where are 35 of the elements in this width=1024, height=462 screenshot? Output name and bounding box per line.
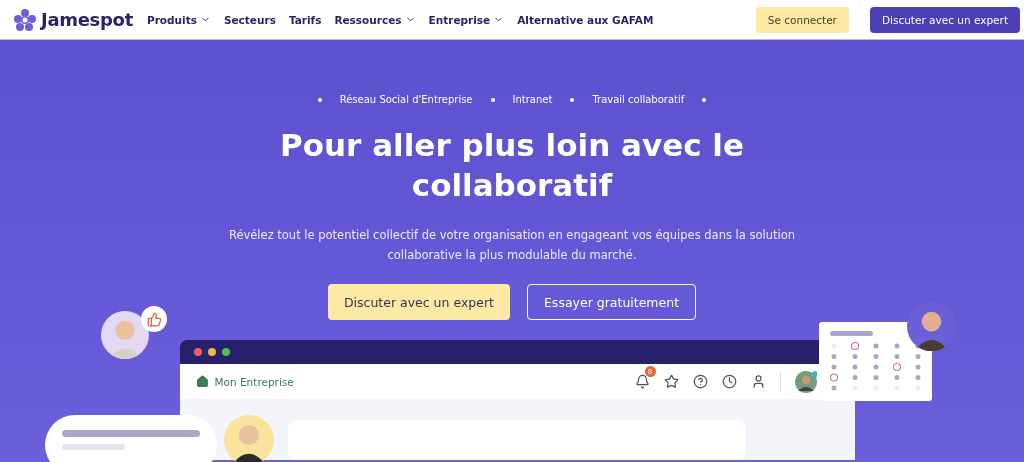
expert-button[interactable]: Discuter avec un expert bbox=[327, 284, 510, 320]
trial-button[interactable]: Essayer gratuitement bbox=[526, 284, 697, 320]
bullet-icon bbox=[317, 97, 322, 102]
workspace-label[interactable]: Mon Entreprise bbox=[195, 375, 635, 389]
avatar-icon bbox=[101, 311, 149, 359]
bell-icon[interactable] bbox=[634, 374, 650, 390]
bullet-icon bbox=[570, 97, 575, 102]
help-icon[interactable] bbox=[692, 374, 708, 390]
minimize-dot-icon bbox=[207, 348, 216, 357]
tag-label: Travail collaboratif bbox=[592, 94, 685, 105]
nav-link[interactable]: Produits bbox=[147, 13, 211, 26]
tag-label: Intranet bbox=[512, 94, 553, 105]
user-icon[interactable] bbox=[750, 374, 766, 390]
nav-link[interactable]: Alternative aux GAFAM bbox=[517, 13, 654, 26]
bullet-icon bbox=[490, 97, 495, 102]
nav-link[interactable]: Entreprise bbox=[428, 13, 505, 26]
tag-label: Réseau Social d'Entreprise bbox=[339, 94, 473, 105]
nav-link[interactable]: Secteurs bbox=[223, 13, 276, 26]
star-icon[interactable] bbox=[663, 374, 679, 390]
avatar-icon bbox=[907, 302, 956, 351]
login-button[interactable]: Se connecter bbox=[755, 6, 849, 33]
expert-button[interactable]: Discuter avec un expert bbox=[869, 6, 1020, 33]
nav-link[interactable]: Tarifs bbox=[288, 13, 322, 26]
hero-title: Pour aller plus loin avec le collaboratif bbox=[279, 126, 745, 205]
thumbs-up-icon bbox=[146, 311, 162, 327]
brand-name: Jamespot bbox=[41, 9, 133, 30]
nav-link[interactable]: Ressources bbox=[334, 13, 416, 26]
close-dot-icon bbox=[193, 348, 202, 357]
home-icon bbox=[195, 375, 209, 389]
logo-icon bbox=[14, 8, 36, 31]
bullet-icon bbox=[702, 97, 707, 102]
hero-subtitle: Révélez tout le potentiel collectif de votre organisation en engageant vos équipes dans la solution collaborative la plus modulable du marché. bbox=[227, 227, 797, 264]
clock-icon[interactable] bbox=[721, 374, 737, 390]
avatar-icon[interactable] bbox=[794, 370, 817, 393]
maximize-dot-icon bbox=[221, 348, 230, 357]
